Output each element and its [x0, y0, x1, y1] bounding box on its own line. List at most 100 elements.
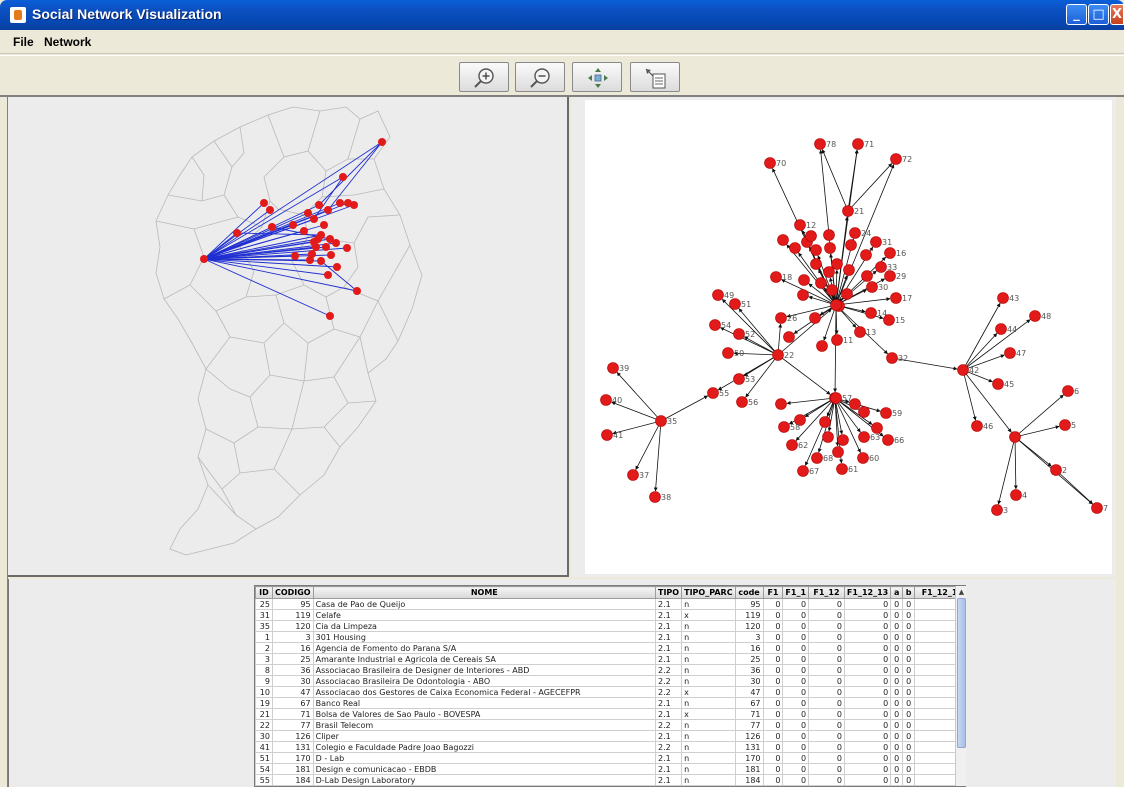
network-node[interactable]	[971, 420, 983, 432]
network-node[interactable]	[861, 270, 873, 282]
menu-network[interactable]: Network	[44, 35, 91, 49]
network-node[interactable]	[865, 307, 877, 319]
maximize-button[interactable]: □	[1088, 4, 1109, 25]
network-node[interactable]	[832, 446, 844, 458]
column-header[interactable]: b	[902, 586, 916, 599]
geo-node[interactable]	[322, 243, 330, 251]
geo-node[interactable]	[378, 138, 386, 146]
network-node[interactable]	[831, 334, 843, 346]
geo-node[interactable]	[320, 221, 328, 229]
network-node[interactable]	[607, 362, 619, 374]
menu-file[interactable]: File	[13, 35, 34, 49]
network-node[interactable]	[627, 469, 639, 481]
network-node[interactable]	[842, 205, 854, 217]
network-node[interactable]	[858, 406, 870, 418]
network-node[interactable]	[798, 274, 810, 286]
network-node[interactable]	[814, 138, 826, 150]
geo-node[interactable]	[268, 223, 276, 231]
column-header[interactable]: CODIGO	[271, 586, 314, 599]
column-header[interactable]: F1_12	[808, 586, 845, 599]
table-row[interactable]: 25 95 Casa de Pao de Queijo 2.1 n 95 0 0 0 0 0 0	[255, 598, 965, 610]
column-header[interactable]: NOME	[312, 586, 657, 599]
network-node[interactable]	[831, 258, 843, 270]
geo-node[interactable]	[315, 201, 323, 209]
column-header[interactable]: TIPO_PARC	[681, 586, 736, 599]
network-node[interactable]	[777, 234, 789, 246]
geo-node[interactable]	[339, 173, 347, 181]
pan-button[interactable]	[572, 62, 622, 92]
network-node[interactable]	[841, 288, 853, 300]
network-node[interactable]	[815, 277, 827, 289]
network-node[interactable]	[1091, 502, 1103, 514]
network-node[interactable]	[794, 219, 806, 231]
geo-node[interactable]	[200, 255, 208, 263]
network-node[interactable]	[852, 138, 864, 150]
table-row[interactable]: 1 3 301 Housing 2.1 n 3 0 0 0 0 0 0	[255, 631, 965, 643]
network-node[interactable]	[823, 229, 835, 241]
network-node[interactable]	[775, 312, 787, 324]
geo-map-view[interactable]	[8, 97, 569, 577]
table-row[interactable]: 54 181 Design e comunicacao - EBDB 2.1 n 181 0…	[255, 763, 965, 775]
network-node[interactable]	[1010, 489, 1022, 501]
network-node[interactable]	[712, 289, 724, 301]
network-node[interactable]	[733, 373, 745, 385]
geo-node[interactable]	[304, 209, 312, 217]
network-node[interactable]	[849, 227, 861, 239]
network-node[interactable]	[890, 153, 902, 165]
network-graph-view[interactable]: 78 71727021122431163329301714151311184951…	[585, 100, 1112, 574]
network-node[interactable]	[649, 491, 661, 503]
network-node[interactable]	[809, 312, 821, 324]
network-node[interactable]	[797, 465, 809, 477]
network-node[interactable]	[957, 364, 969, 376]
geo-node[interactable]	[260, 199, 268, 207]
network-node[interactable]	[884, 247, 896, 259]
table-row[interactable]: 22 77 Brasil Telecom 2.2 n 77 0 0 0 0 0 0	[255, 719, 965, 731]
geo-node[interactable]	[333, 263, 341, 271]
network-node[interactable]	[772, 349, 784, 361]
network-node[interactable]	[860, 249, 872, 261]
network-node[interactable]	[875, 261, 887, 273]
geo-node[interactable]	[266, 206, 274, 214]
network-node[interactable]	[819, 416, 831, 428]
table-row[interactable]: 3 25 Amarante Industrial e Agricola de Cer…	[255, 653, 965, 665]
geo-node[interactable]	[324, 271, 332, 279]
geo-node[interactable]	[310, 238, 318, 246]
table-row[interactable]: 2 16 Agencia de Fomento do Parana S/A 2.1 n 1…	[255, 642, 965, 654]
select-table-button[interactable]	[630, 62, 680, 92]
scrollbar-thumb[interactable]	[957, 598, 966, 748]
geo-node[interactable]	[336, 199, 344, 207]
geo-node[interactable]	[343, 244, 351, 252]
geo-node[interactable]	[317, 257, 325, 265]
network-node[interactable]	[1062, 385, 1074, 397]
geo-node[interactable]	[353, 287, 361, 295]
network-node[interactable]	[1009, 431, 1021, 443]
network-node[interactable]	[722, 347, 734, 359]
network-node[interactable]	[857, 452, 869, 464]
column-header[interactable]: TIPO	[654, 586, 683, 599]
table-row[interactable]: 31 119 Celafe 2.1 x 119 0 0 0 0 0 0	[255, 609, 965, 621]
network-node[interactable]	[797, 289, 809, 301]
network-node[interactable]	[600, 394, 612, 406]
close-button[interactable]: X	[1110, 4, 1124, 25]
table-row[interactable]: 30 126 Cliper 2.1 n 126 0 0 0 0 0 0	[255, 730, 965, 742]
network-node[interactable]	[830, 392, 842, 404]
network-node[interactable]	[858, 431, 870, 443]
network-node[interactable]	[1059, 419, 1071, 431]
network-node[interactable]	[775, 398, 787, 410]
geo-node[interactable]	[327, 251, 335, 259]
column-header[interactable]: F1_12_13	[843, 586, 892, 599]
table-row[interactable]: 19 67 Banco Real 2.1 n 67 0 0 0 0 0 0	[255, 697, 965, 709]
network-node[interactable]	[822, 431, 834, 443]
attribute-table[interactable]: ID CODIGO NOME TIPO TIPO_PARC code F1 F1_1 F1_12…	[254, 585, 966, 787]
table-row[interactable]: 41 131 Colegio e Faculdade Padre Joao Bago…	[255, 741, 965, 753]
network-node[interactable]	[884, 270, 896, 282]
network-node[interactable]	[655, 415, 667, 427]
table-row[interactable]: 51 170 D - Lab 2.1 n 170 0 0 0 0 0 0	[255, 752, 965, 764]
network-node[interactable]	[1004, 347, 1016, 359]
network-node[interactable]	[736, 396, 748, 408]
geo-node[interactable]	[326, 312, 334, 320]
network-node[interactable]	[991, 504, 1003, 516]
geo-node[interactable]	[289, 221, 297, 229]
network-node[interactable]	[870, 236, 882, 248]
network-node[interactable]	[843, 264, 855, 276]
